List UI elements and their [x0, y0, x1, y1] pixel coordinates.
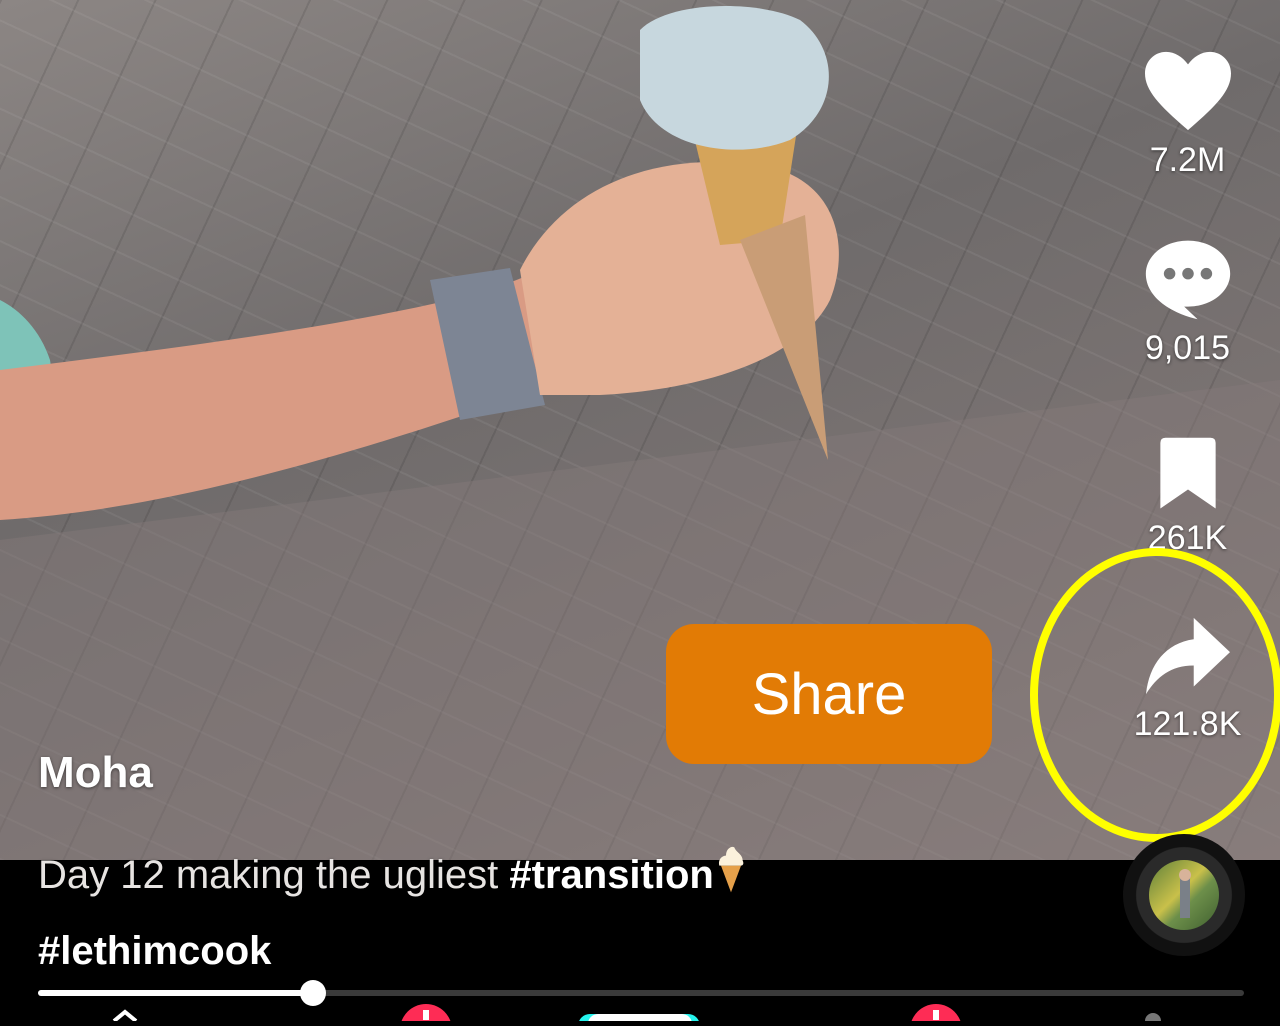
like-count: 7.2M: [1149, 141, 1226, 179]
action-rail: 7.2M 9,015 261K 121.8K: [1120, 0, 1255, 860]
username[interactable]: Moha: [38, 748, 153, 798]
profile-icon[interactable]: [1138, 1002, 1168, 1026]
bottom-navigation: [0, 1002, 1280, 1026]
save-count: 261K: [1147, 519, 1228, 557]
music-disc-icon: [1149, 860, 1219, 930]
like-button[interactable]: 7.2M: [1120, 48, 1255, 180]
notification-badge-icon[interactable]: [398, 1002, 454, 1026]
hashtag-transition[interactable]: #transition: [509, 853, 713, 897]
comment-count: 9,015: [1144, 329, 1231, 367]
heart-icon: [1120, 48, 1255, 134]
video-player[interactable]: [0, 0, 1280, 860]
create-button-icon[interactable]: [576, 1002, 702, 1026]
video-frame: [0, 6, 1280, 860]
comment-button[interactable]: 9,015: [1120, 236, 1255, 368]
share-button[interactable]: 121.8K: [1120, 614, 1255, 744]
hashtag-lethimcook[interactable]: #lethimcook: [38, 929, 271, 973]
share-count: 121.8K: [1133, 705, 1242, 743]
save-button[interactable]: 261K: [1120, 436, 1255, 558]
share-arrow-icon: [1120, 614, 1255, 698]
soft-ice-cream-emoji: [714, 844, 748, 916]
playback-progress-bar[interactable]: [38, 980, 1244, 1006]
share-tooltip[interactable]: Share: [666, 624, 992, 764]
bookmark-icon: [1120, 436, 1255, 512]
caption-text: Day 12 making the ugliest: [38, 853, 510, 897]
caption: Day 12 making the ugliest #transition #l…: [38, 840, 1098, 986]
home-icon[interactable]: [110, 1002, 140, 1023]
inbox-icon[interactable]: [908, 1002, 964, 1026]
comment-bubble-icon: [1120, 236, 1255, 322]
progress-fill: [38, 990, 313, 996]
music-disc[interactable]: [1123, 834, 1245, 956]
